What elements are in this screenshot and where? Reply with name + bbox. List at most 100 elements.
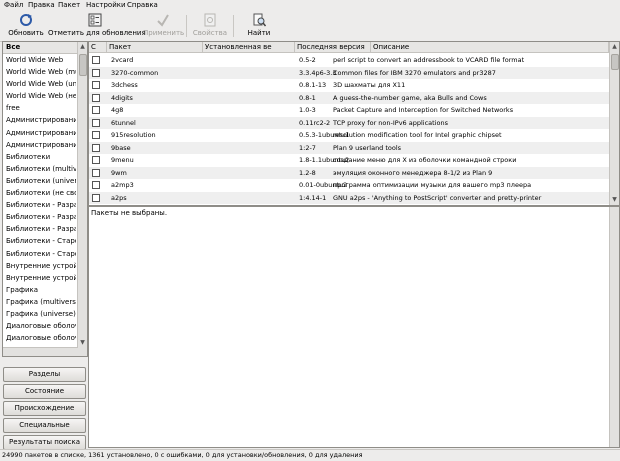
- package-checkbox[interactable]: [92, 56, 100, 64]
- section-item[interactable]: free: [3, 102, 76, 114]
- table-row[interactable]: 9base 1:2-7 Plan 9 userland tools: [89, 141, 609, 154]
- scroll-up-arrow-icon[interactable]: ▲: [611, 43, 618, 51]
- installed-version: [207, 67, 295, 79]
- table-row[interactable]: a2mp3 0.01-0ubuntu2 программа оптимизации …: [89, 179, 609, 191]
- table-row[interactable]: 2vcard 0.5-2 perl script to convert an add…: [89, 54, 609, 66]
- section-item[interactable]: Внутренние устройст: [3, 272, 76, 284]
- section-item[interactable]: Библиотеки (multiverse: [3, 163, 76, 175]
- table-row[interactable]: 4g8 1.0-3 Packet Capture and Interception …: [89, 104, 609, 116]
- column-package[interactable]: Пакет: [107, 42, 203, 53]
- table-scroll-thumb[interactable]: [611, 54, 619, 70]
- section-item[interactable]: World Wide Web (не сво: [3, 90, 76, 102]
- section-item[interactable]: Библиотеки - Разрабо: [3, 223, 76, 235]
- table-row[interactable]: 3dchess 0.8.1-13 3D шахматы для X11: [89, 79, 609, 91]
- section-item[interactable]: Диалоговые оболочк: [3, 332, 76, 344]
- table-row[interactable]: 9wm 1.2-8 эмуляция оконного менеджера 8-1/…: [89, 166, 609, 179]
- package-checkbox[interactable]: [92, 143, 100, 152]
- scroll-down-arrow-icon[interactable]: ▼: [79, 339, 86, 347]
- menu-edit[interactable]: Правка: [26, 1, 57, 10]
- reload-button[interactable]: Обновить: [6, 12, 46, 40]
- package-checkbox[interactable]: [92, 93, 100, 102]
- section-item[interactable]: Библиотеки - Старое: [3, 235, 76, 247]
- column-status[interactable]: С: [89, 42, 107, 53]
- package-checkbox[interactable]: [92, 81, 100, 89]
- filter-custom-button[interactable]: Специальные фильтры: [3, 418, 86, 442]
- toolbar: Обновить Отметить для обновления Примени…: [0, 11, 620, 42]
- package-name: a2mp3: [111, 181, 134, 189]
- package-description: Packet Capture and Interception for Swit…: [333, 106, 514, 114]
- package-description: GNU a2ps - 'Anything to PostScript' conv…: [333, 193, 542, 202]
- menu-help[interactable]: Справка: [125, 1, 160, 10]
- filter-origin-button[interactable]: Происхождение: [3, 401, 86, 416]
- package-checkbox[interactable]: [92, 168, 100, 177]
- scroll-up-arrow-icon[interactable]: ▲: [79, 43, 86, 51]
- section-item[interactable]: Библиотеки (universe: [3, 175, 76, 187]
- search-button[interactable]: Найти: [244, 12, 274, 40]
- table-row[interactable]: a2ps 1:4.14-1 GNU a2ps - 'Anything to Post…: [89, 191, 609, 204]
- menu-bar: Файл Правка Пакет Настройки Справка: [0, 0, 620, 11]
- table-scrollbar[interactable]: ▲ ▼: [609, 42, 619, 205]
- section-item[interactable]: Графика: [3, 284, 76, 296]
- package-checkbox[interactable]: [92, 181, 100, 189]
- installed-version: [207, 129, 295, 141]
- apply-check-icon: [157, 14, 169, 27]
- section-item[interactable]: Диалоговые оболочк: [3, 320, 76, 332]
- section-item[interactable]: Внутренние устройст: [3, 260, 76, 272]
- section-item[interactable]: World Wide Web (univer: [3, 78, 76, 90]
- filter-search-results-button[interactable]: Результаты поиска: [3, 435, 86, 450]
- table-row[interactable]: 9menu 1.8-1.1ubuntu2 создание меню для X и…: [89, 154, 609, 166]
- table-row[interactable]: 6tunnel 0.11rc2-2 TCP proxy for non-IPv6 a…: [89, 116, 609, 129]
- package-checkbox[interactable]: [92, 156, 100, 164]
- sections-header[interactable]: Все: [3, 42, 87, 54]
- section-item[interactable]: Библиотеки - Разрабо: [3, 211, 76, 223]
- package-table[interactable]: С Пакет Установленная ве Последняя верси…: [88, 41, 620, 206]
- sections-scrollbar[interactable]: ▲ ▼: [77, 42, 87, 356]
- menu-package[interactable]: Пакет: [56, 1, 82, 10]
- status-bar: 24990 пакетов в списке, 1361 установлено…: [0, 449, 620, 461]
- package-name: 9wm: [111, 168, 127, 177]
- table-row[interactable]: 3270-common 3.3.4p6-3.3 Common files for I…: [89, 66, 609, 79]
- menu-settings[interactable]: Настройки: [84, 1, 128, 10]
- package-checkbox[interactable]: [92, 118, 100, 127]
- section-item[interactable]: Администрирование: [3, 127, 76, 139]
- properties-button[interactable]: Свойства: [192, 12, 228, 40]
- package-name: 2vcard: [111, 56, 134, 64]
- scroll-down-arrow-icon[interactable]: ▼: [611, 196, 618, 204]
- table-row[interactable]: 4digits 0.8-1 A guess-the-number game, aka…: [89, 91, 609, 104]
- section-item[interactable]: World Wide Web: [3, 54, 76, 66]
- details-scrollbar[interactable]: [609, 207, 619, 447]
- mark-all-upgrades-button[interactable]: Отметить для обновления: [48, 12, 146, 40]
- table-row[interactable]: 915resolution 0.5.3-1ubuntu1 resolution mo…: [89, 129, 609, 141]
- installed-version: [207, 92, 295, 104]
- section-item[interactable]: Библиотеки (не свобо: [3, 187, 76, 199]
- section-item[interactable]: Администрирование: [3, 114, 76, 126]
- menu-file[interactable]: Файл: [2, 1, 25, 10]
- section-item[interactable]: Библиотеки - Разрабо: [3, 199, 76, 211]
- toolbar-separator: [233, 15, 234, 37]
- package-checkbox[interactable]: [92, 131, 100, 139]
- column-description[interactable]: Описание: [371, 42, 609, 53]
- section-item[interactable]: Библиотеки: [3, 151, 76, 163]
- package-checkbox[interactable]: [92, 68, 100, 77]
- search-icon: [253, 13, 266, 27]
- installed-version: [207, 167, 295, 179]
- column-installed-version[interactable]: Установленная ве: [203, 42, 295, 53]
- column-latest-version[interactable]: Последняя версия: [295, 42, 371, 53]
- package-name: 9menu: [111, 156, 134, 164]
- section-item[interactable]: Графика (multiverse): [3, 296, 76, 308]
- sections-list[interactable]: Все World Wide WebWorld Wide Web (multiv…: [2, 41, 88, 357]
- package-checkbox[interactable]: [92, 106, 100, 114]
- package-details: Пакеты не выбраны.: [88, 206, 620, 448]
- section-item[interactable]: Библиотеки - Старое: [3, 248, 76, 260]
- package-checkbox[interactable]: [92, 193, 100, 202]
- sections-hscrollbar[interactable]: [3, 347, 78, 356]
- sections-scroll-thumb[interactable]: [79, 54, 87, 76]
- filter-status-button[interactable]: Состояние: [3, 384, 86, 399]
- package-name: 4g8: [111, 106, 124, 114]
- section-item[interactable]: Администрирование: [3, 139, 76, 151]
- properties-label: Свойства: [192, 29, 228, 37]
- section-item[interactable]: World Wide Web (multiv: [3, 66, 76, 78]
- apply-button[interactable]: Применить: [143, 12, 184, 40]
- section-item[interactable]: Графика (universe): [3, 308, 76, 320]
- filter-sections-button[interactable]: Разделы: [3, 367, 86, 382]
